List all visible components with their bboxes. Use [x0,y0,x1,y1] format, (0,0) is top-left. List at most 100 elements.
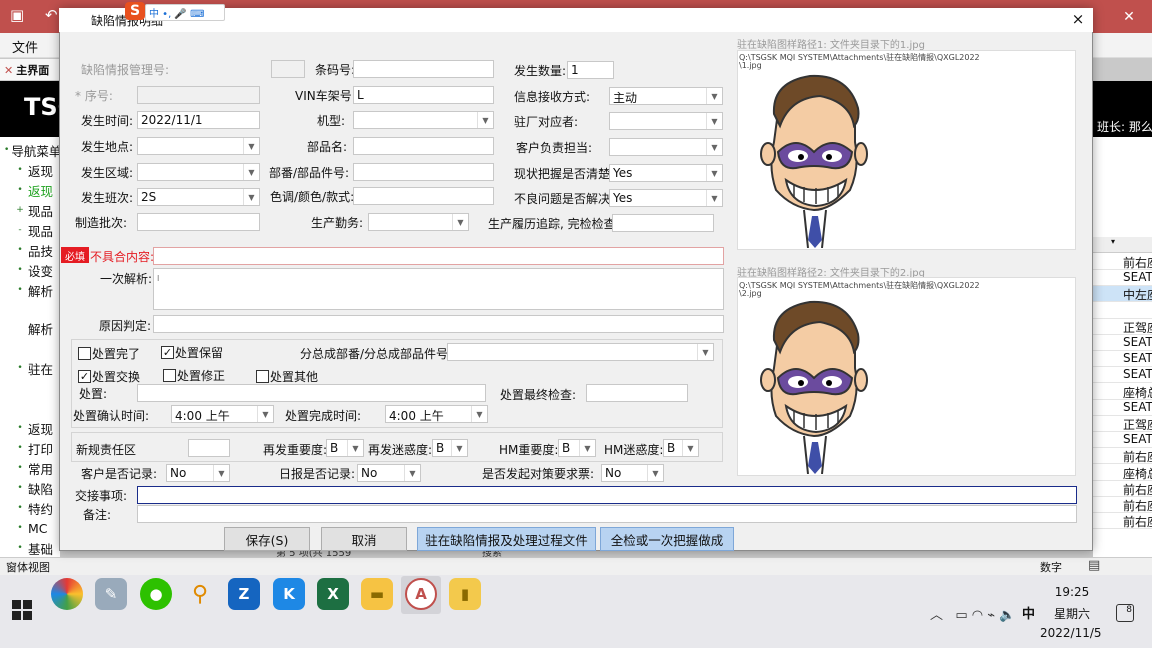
list-row[interactable]: SEAT [1093,351,1152,368]
list-row[interactable] [1093,302,1152,319]
recur-importance-select[interactable]: B ▼ [326,439,364,457]
ime-toolbar[interactable]: 中 •, 🎤 ⌨ [145,4,225,21]
cancel-button[interactable]: 取消 [321,527,407,551]
chevron-down-icon[interactable]: ▼ [647,465,663,481]
info-receive-select[interactable]: 主动 ▼ [609,87,723,105]
close-icon[interactable]: ✕ [1106,0,1152,33]
notes-icon[interactable]: ▮ [449,578,481,610]
z-app-icon[interactable]: Z [228,578,260,610]
save-button[interactable]: 保存(S) [224,527,310,551]
chevron-down-icon[interactable]: ▼ [243,138,259,154]
chevron-down-icon[interactable]: ▼ [697,344,713,360]
checkbox-box[interactable]: ✓ [78,370,91,383]
nav-item[interactable]: • 品技 [0,240,60,260]
list-row[interactable]: 前右座 [1093,480,1152,497]
nav-item[interactable]: • 特约 [0,498,60,518]
model-select[interactable]: ▼ [353,111,494,129]
paint-icon[interactable]: ✎ [95,578,127,610]
nav-item[interactable]: • 基础 [0,538,60,558]
first-analysis-input[interactable]: I [153,268,724,310]
nav-item[interactable]: • 设变 [0,260,60,280]
list-row[interactable]: 座椅总 [1093,383,1152,400]
disposal-input[interactable] [137,384,486,402]
k-app-icon[interactable]: K [273,578,305,610]
color-input[interactable] [353,187,494,205]
chevron-down-icon[interactable]: ▼ [477,112,493,128]
clock-day[interactable]: 星期六 [1052,605,1092,622]
dept-name-input[interactable] [353,137,494,155]
checkbox-disposal-exchange[interactable]: ✓ 处置交换 [78,368,140,385]
occur-qty-input[interactable]: 1 [567,61,614,79]
handover-input[interactable] [137,486,1077,504]
chevron-down-icon[interactable]: ▼ [243,164,259,180]
system-tray-icons[interactable]: ︿ ▭ ◠ ⌁ 🔈 [930,604,1015,623]
nav-item[interactable]: • 返现 [0,160,60,180]
chevron-down-icon[interactable]: ▼ [213,465,229,481]
list-row[interactable]: 前右座 [1093,254,1152,270]
notification-icon[interactable]: 8 [1116,604,1134,622]
list-row[interactable]: SEAT [1093,399,1152,416]
list-row[interactable]: SEAT [1093,367,1152,384]
list-row[interactable]: 正驾座 [1093,318,1152,335]
list-row[interactable]: 中左座 [1093,286,1152,303]
chevron-down-icon[interactable]: ▼ [404,465,420,481]
nav-item[interactable]: + 现品 [0,200,60,220]
cause-input[interactable] [153,315,724,333]
nav-item[interactable]: • 驻在 [0,358,60,378]
nav-item[interactable]: • 常用 [0,458,60,478]
browser-icon[interactable] [51,578,83,610]
chevron-down-icon[interactable]: ▼ [579,440,595,456]
barcode-input[interactable] [353,60,494,78]
prod-trace-input[interactable] [612,214,714,232]
hm-importance-select[interactable]: B ▼ [558,439,596,457]
checkbox-box[interactable] [256,370,269,383]
final-check-input[interactable] [586,384,688,402]
mfg-batch-input[interactable] [137,213,260,231]
clock-time[interactable]: 19:25 [1052,585,1092,599]
nav-item[interactable]: • 导航菜单 [0,140,60,160]
part-no-input[interactable] [353,163,494,181]
countermeasure-select[interactable]: No ▼ [601,464,664,482]
chevron-down-icon[interactable]: ▼ [706,88,722,104]
checkbox-disposal-done[interactable]: 处置完了 [78,345,140,362]
list-row[interactable]: SEAT [1093,335,1152,351]
excel-icon[interactable]: X [317,578,349,610]
chevron-down-icon[interactable]: ▼ [347,440,363,456]
folder-icon[interactable]: ▬ [361,578,393,610]
chevron-down-icon[interactable]: ▼ [451,440,467,456]
nav-item[interactable]: • 返现 [0,418,60,438]
chevron-down-icon[interactable]: ▼ [257,406,273,422]
customer-record-select[interactable]: No ▼ [166,464,230,482]
chevron-down-icon[interactable]: ▼ [243,189,259,205]
list-row[interactable]: 座椅总 [1093,464,1152,481]
occur-shift-select[interactable]: 2S ▼ [137,188,260,206]
daily-record-select[interactable]: No ▼ [357,464,421,482]
checkbox-box[interactable]: ✓ [161,346,174,359]
chevron-down-icon[interactable]: ▼ [706,139,722,155]
nav-item[interactable]: 解析 [0,318,60,338]
checkbox-box[interactable] [163,369,176,382]
occur-area-select[interactable]: ▼ [137,163,260,181]
tab-main[interactable]: ✕ 主界面 [4,62,49,78]
chevron-down-icon[interactable]: ▼ [706,190,722,206]
menu-file[interactable]: 文件 [12,37,38,56]
quick-access-icons[interactable]: ▣ ↶ [10,6,66,24]
checkbox-disposal-hold[interactable]: ✓ 处置保留 [161,344,223,361]
prod-shift-select[interactable]: ▼ [368,213,469,231]
nav-item[interactable] [0,378,60,398]
wechat-icon[interactable]: ● [140,578,172,610]
chevron-down-icon[interactable]: ▼ [706,113,722,129]
list-header[interactable]: ▾ [1093,237,1152,253]
occur-place-select[interactable]: ▼ [137,137,260,155]
access-app-icon[interactable]: A [405,578,437,610]
checkbox-disposal-other[interactable]: 处置其他 [256,368,318,385]
defect-solved-select[interactable]: Yes ▼ [609,189,723,207]
confirm-time-select[interactable]: 4:00 上午 ▼ [171,405,274,423]
ime-indicator[interactable]: 中 [1022,603,1035,622]
chevron-down-icon[interactable]: ▼ [471,406,487,422]
dialog-close-icon[interactable]: × [1068,10,1088,28]
status-clear-select[interactable]: Yes ▼ [609,164,723,182]
recur-confusion-select[interactable]: B ▼ [432,439,468,457]
nonconform-input[interactable] [153,247,724,265]
tab-close-icon[interactable]: ✕ [4,64,13,77]
